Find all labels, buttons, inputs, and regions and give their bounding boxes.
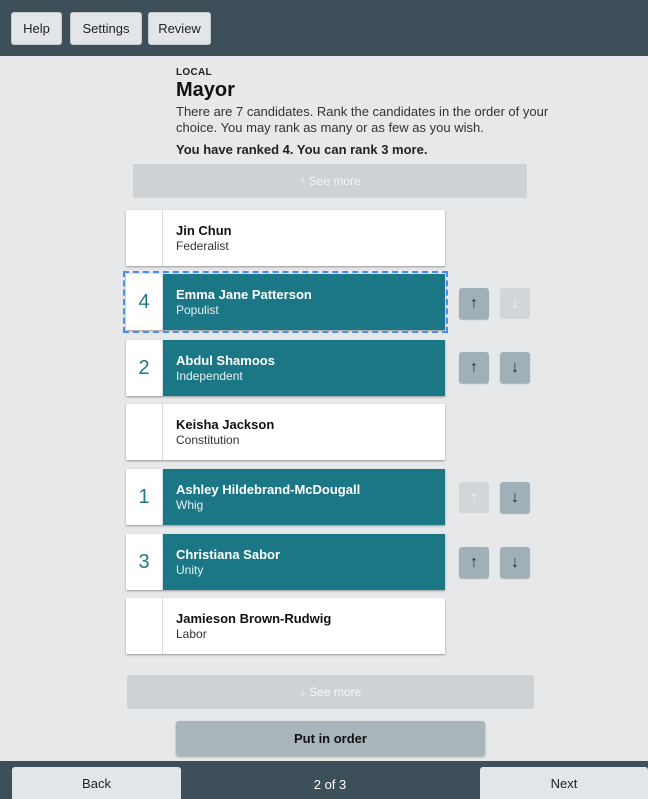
candidate-party: Federalist (176, 239, 229, 253)
arrow-up-icon: ↑ (470, 553, 478, 571)
move-up-button[interactable]: ↑ (459, 288, 489, 319)
candidate-name: Jin Chun (176, 223, 232, 238)
candidate-party: Constitution (176, 433, 240, 447)
move-up-button[interactable]: ↑ (459, 547, 489, 578)
review-button[interactable]: Review (148, 12, 211, 45)
move-down-button[interactable]: ↓ (500, 288, 530, 319)
move-down-button[interactable]: ↓ (500, 352, 530, 383)
candidate-name: Ashley Hildebrand-McDougall (176, 482, 361, 497)
ranked-status: You have ranked 4. You can rank 3 more. (176, 142, 428, 157)
arrow-down-icon: ↓ (511, 294, 519, 312)
rank-number: 1 (126, 469, 163, 525)
rank-number: 4 (126, 274, 163, 330)
move-up-button[interactable]: ↑ (459, 482, 489, 513)
move-down-button[interactable]: ↓ (500, 482, 530, 513)
arrow-up-icon: ↑ (470, 488, 478, 506)
rank-number (126, 404, 163, 460)
candidate-card-christiana-sabor[interactable]: 3 Christiana Sabor Unity (126, 534, 445, 590)
candidate-party: Whig (176, 498, 204, 512)
arrow-up-icon: ↑ (470, 358, 478, 376)
candidate-name: Keisha Jackson (176, 417, 275, 432)
settings-button[interactable]: Settings (70, 12, 142, 45)
see-more-down-button[interactable]: ↓ See more (127, 675, 534, 709)
candidate-card-abdul-shamoos[interactable]: 2 Abdul Shamoos Independent (126, 340, 445, 396)
see-more-up-button[interactable]: ↑ See more (133, 164, 527, 198)
arrow-down-icon: ↓ (511, 553, 519, 571)
back-button[interactable]: Back (12, 767, 181, 799)
help-button[interactable]: Help (11, 12, 62, 45)
top-toolbar: Help Settings Review (0, 0, 648, 56)
candidate-card-ashley-hildebrand-mcdougall[interactable]: 1 Ashley Hildebrand-McDougall Whig (126, 469, 445, 525)
arrow-up-icon: ↑ (470, 294, 478, 312)
candidate-card-keisha-jackson[interactable]: Keisha Jackson Constitution (126, 404, 445, 460)
candidate-name: Abdul Shamoos (176, 353, 275, 368)
contest-header: LOCAL Mayor There are 7 candidates. Rank… (176, 67, 556, 136)
contest-description: There are 7 candidates. Rank the candida… (176, 104, 549, 135)
rank-number (126, 598, 163, 654)
candidate-name: Emma Jane Patterson (176, 287, 312, 302)
candidate-party: Unity (176, 563, 204, 577)
next-button[interactable]: Next (480, 767, 648, 799)
candidate-card-jamieson-brown-rudwig[interactable]: Jamieson Brown-Rudwig Labor (126, 598, 445, 654)
contest-district: LOCAL (176, 67, 212, 78)
candidate-card-emma-jane-patterson[interactable]: 4 Emma Jane Patterson Populist (123, 271, 448, 333)
candidate-party: Independent (176, 369, 243, 383)
candidate-name: Jamieson Brown-Rudwig (176, 611, 332, 626)
rank-number: 2 (126, 340, 163, 396)
candidate-party: Populist (176, 303, 219, 317)
candidate-card-jin-chun[interactable]: Jin Chun Federalist (126, 210, 445, 266)
footer-nav: Back 2 of 3 Next (0, 761, 648, 799)
move-down-button[interactable]: ↓ (500, 547, 530, 578)
rank-number: 3 (126, 534, 163, 590)
rank-number (126, 210, 163, 266)
candidate-name: Christiana Sabor (176, 547, 281, 562)
move-up-button[interactable]: ↑ (459, 352, 489, 383)
contest-title: Mayor (176, 79, 235, 101)
page-indicator: 2 of 3 (313, 777, 347, 792)
arrow-down-icon: ↓ (511, 358, 519, 376)
candidate-party: Labor (176, 627, 207, 641)
put-in-order-button[interactable]: Put in order (176, 721, 485, 756)
arrow-down-icon: ↓ (511, 488, 519, 506)
